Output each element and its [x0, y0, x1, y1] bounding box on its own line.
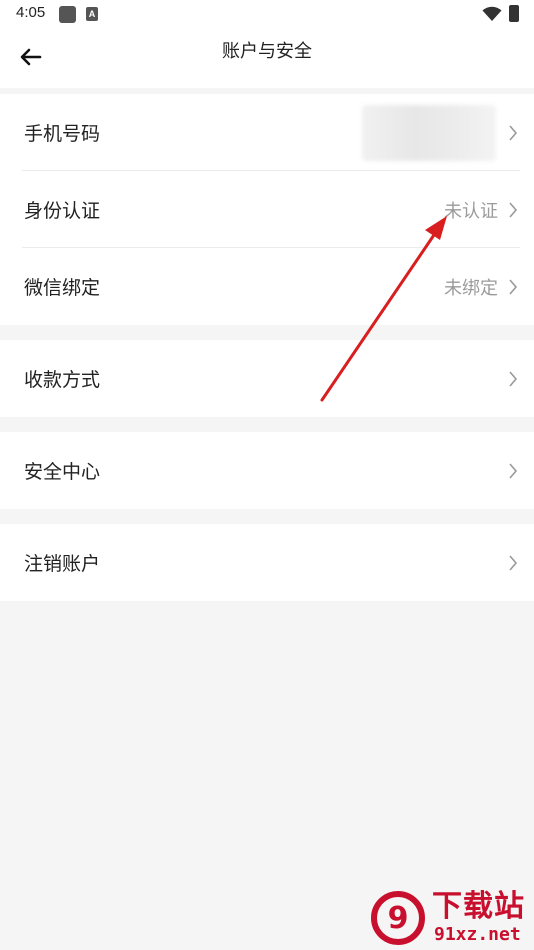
security-center-row[interactable]: 安全中心 [0, 432, 534, 509]
watermark: 9 下载站 91xz.net [370, 890, 530, 948]
battery-charging-icon [509, 5, 519, 22]
notification-square-icon [59, 6, 76, 23]
payment-method-row[interactable]: 收款方式 [0, 340, 534, 417]
deactivate-section: 注销账户 [0, 524, 534, 601]
chevron-right-icon [506, 370, 520, 388]
app-header: 账户与安全 [0, 30, 534, 88]
deactivate-account-row[interactable]: 注销账户 [0, 524, 534, 601]
row-label: 身份认证 [24, 200, 101, 222]
identity-status-value: 未认证 [444, 200, 498, 222]
row-label: 安全中心 [24, 461, 101, 483]
page-title: 账户与安全 [222, 41, 312, 62]
chevron-right-icon [506, 554, 520, 572]
watermark-title: 下载站 [432, 889, 525, 924]
row-label: 收款方式 [24, 369, 101, 391]
wechat-binding-row[interactable]: 微信绑定 未绑定 [0, 248, 534, 325]
wechat-status-value: 未绑定 [444, 277, 498, 299]
watermark-url: 91xz.net [434, 924, 521, 945]
wifi-icon [482, 6, 502, 21]
watermark-logo-text: 9 [388, 901, 409, 936]
account-info-section: 手机号码 身份认证 未认证 微信绑定 未绑定 [0, 94, 534, 325]
identity-verification-row[interactable]: 身份认证 未认证 [0, 171, 534, 248]
chevron-right-icon [506, 124, 520, 142]
status-time: 4:05 [16, 4, 46, 21]
status-bar: 4:05 A [0, 0, 534, 30]
payment-section: 收款方式 [0, 340, 534, 417]
chevron-right-icon [506, 201, 520, 219]
chevron-right-icon [506, 278, 520, 296]
watermark-logo-icon: 9 [371, 891, 425, 945]
a-badge-icon: A [86, 7, 98, 21]
row-label: 注销账户 [24, 553, 101, 575]
row-label: 微信绑定 [24, 277, 101, 299]
security-section: 安全中心 [0, 432, 534, 509]
chevron-right-icon [506, 462, 520, 480]
phone-number-row[interactable]: 手机号码 [0, 94, 534, 171]
blurred-phone-value [362, 104, 496, 161]
row-label: 手机号码 [24, 123, 101, 145]
